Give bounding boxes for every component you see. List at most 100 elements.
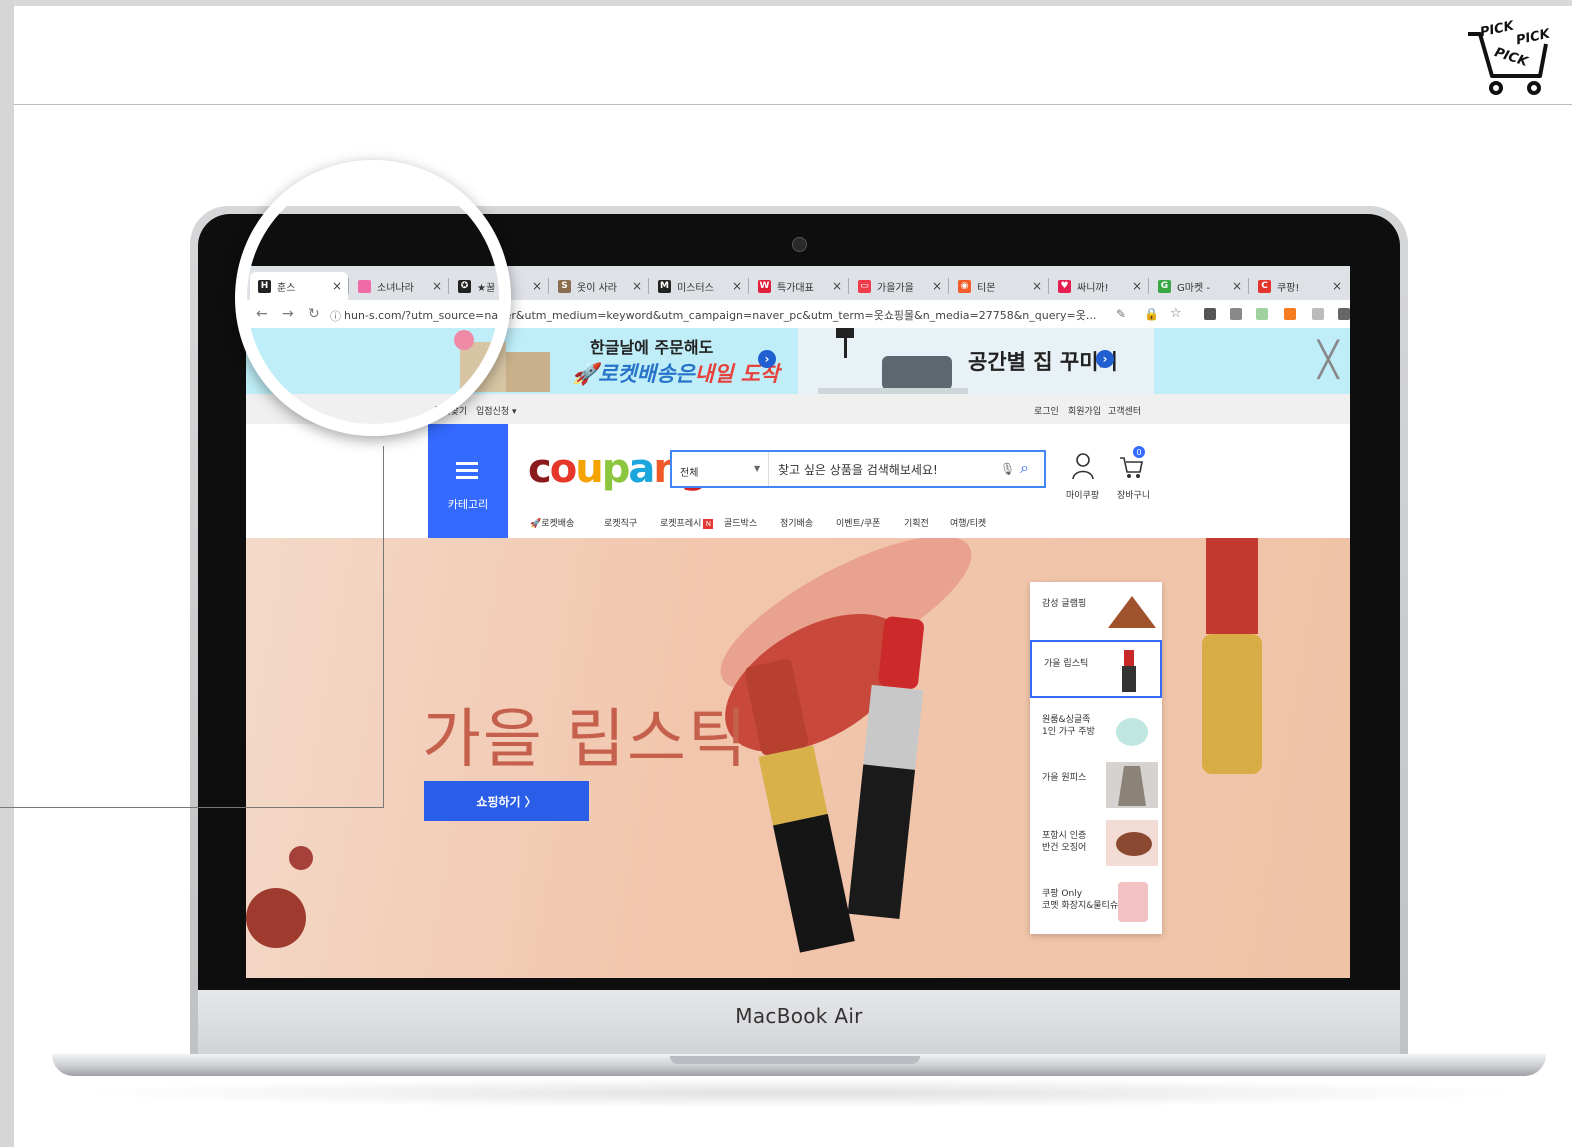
util-seller-apply-link[interactable]: 입점신청 ▾ <box>476 404 517 417</box>
side-item-label-line: 포항시 인증 <box>1042 831 1087 841</box>
tab-favicon-icon: W <box>758 279 771 293</box>
tab-favicon-icon: ♥ <box>1058 279 1071 293</box>
category-menu-button[interactable]: 카테고리 <box>428 424 508 538</box>
search-form: 전체 ▼ 🎙 ⌕ <box>670 450 1046 488</box>
browser-tab[interactable]: C 쿠팡! × <box>1250 272 1348 300</box>
tab-label: 티몬 <box>977 282 996 294</box>
extension-screen-icon[interactable] <box>1312 308 1324 320</box>
side-item-dress[interactable]: 가을 원피스 <box>1030 756 1162 814</box>
tab-close-icon[interactable]: × <box>932 279 942 293</box>
shop-now-button[interactable]: 쇼핑하기 〉 <box>424 781 589 821</box>
browser-tab[interactable]: S 옷이 사라 × <box>550 272 648 300</box>
tab-favicon-icon: ◉ <box>958 279 971 293</box>
search-icon[interactable]: ⌕ <box>1020 458 1029 478</box>
gnb-exhibitions[interactable]: 기획전 <box>904 516 929 529</box>
tab-close-icon[interactable]: × <box>732 279 742 293</box>
side-item-label: 원룸&싱글족 1인 가구 주방 <box>1042 714 1095 738</box>
gnb-goldbox[interactable]: 골드박스 <box>724 516 757 529</box>
microphone-icon[interactable]: 🎙 <box>1000 462 1015 476</box>
util-support-link[interactable]: 고객센터 <box>1108 404 1141 417</box>
cart-count-badge: 0 <box>1133 446 1145 458</box>
rocket-icon: 🚀 <box>530 519 542 529</box>
browser-tab[interactable]: W 특가대표 × <box>750 272 848 300</box>
tab-label: G마켓 - <box>1177 282 1210 294</box>
extension-menu-icon[interactable] <box>1338 308 1350 320</box>
logo-letter: o <box>549 446 578 492</box>
user-icon[interactable] <box>1072 452 1094 480</box>
side-item-label: 포항시 인증 반건 오징어 <box>1042 830 1086 854</box>
logo-letter: c <box>528 446 552 492</box>
kettle-icon <box>1116 718 1148 746</box>
lipstick-thumb-icon <box>1122 650 1136 692</box>
browser-tab[interactable]: ♥ 싸니까! × <box>1050 272 1148 300</box>
close-icon[interactable]: ╳ <box>1318 340 1338 380</box>
tab-separator <box>848 278 849 294</box>
cart-label[interactable]: 장바구니 <box>1117 488 1150 501</box>
webcam <box>792 237 807 252</box>
tab-label: 미스터스 <box>677 282 714 294</box>
tab-separator <box>648 278 649 294</box>
gnb-subscription[interactable]: 정기배송 <box>780 516 813 529</box>
side-item-label: 가을 립스틱 <box>1044 658 1088 670</box>
browser-tab[interactable]: M 미스터스 × <box>650 272 748 300</box>
magnifier-ring <box>235 160 511 436</box>
tab-separator <box>748 278 749 294</box>
gnb-rocket-delivery[interactable]: 🚀로켓배송 <box>530 516 574 529</box>
rocket-icon: 🚀 <box>572 362 599 386</box>
side-item-tissue[interactable]: 쿠팡 Only 코멧 화장지&물티슈 <box>1030 872 1162 930</box>
gnb-travel[interactable]: 여행/티켓 <box>950 516 986 529</box>
browser-tab[interactable]: G G마켓 - × <box>1150 272 1248 300</box>
extension-puzzle-icon[interactable]: ✎ <box>1116 307 1126 321</box>
search-scope-select[interactable]: 전체 <box>680 464 698 479</box>
tent-icon <box>1108 596 1156 628</box>
side-item-label: 가을 원피스 <box>1042 772 1086 784</box>
extension-bar-icon[interactable] <box>1230 308 1242 320</box>
caret-down-icon[interactable]: ▼ <box>754 464 760 473</box>
side-item-label-line: 감성 글램핑 <box>1042 599 1087 609</box>
extension-ex-icon[interactable] <box>1284 308 1296 320</box>
tab-close-icon[interactable]: × <box>1232 279 1242 293</box>
browser-tab[interactable]: ▭ 가을가을 × <box>850 272 948 300</box>
side-item-squid[interactable]: 포항시 인증 반건 오징어 <box>1030 814 1162 872</box>
side-item-lipstick[interactable]: 가을 립스틱 <box>1030 640 1162 698</box>
hero-banner[interactable]: 가을 립스틱 쇼핑하기 〉 감성 글램핑 가을 립스틱 원룸&싱글족 1인 가구 … <box>246 538 1350 978</box>
tab-close-icon[interactable]: × <box>1032 279 1042 293</box>
tab-separator <box>948 278 949 294</box>
extension-lock-icon[interactable]: 🔒 <box>1144 307 1159 321</box>
gold-lipstick-illustration <box>1202 538 1262 774</box>
tab-favicon-icon: G <box>1158 279 1171 293</box>
util-signup-link[interactable]: 회원가입 <box>1068 404 1101 417</box>
extension-pen-icon[interactable] <box>1256 308 1268 320</box>
gnb-rocket-fresh[interactable]: 로켓프레시 N <box>660 516 714 529</box>
my-coupang-label[interactable]: 마이쿠팡 <box>1066 488 1099 501</box>
promo-left-line1: 한글날에 주문해도 <box>590 338 714 357</box>
pickpickpick-logo: PICK PICK PICK <box>1462 14 1554 100</box>
search-input[interactable] <box>776 456 1000 484</box>
bookmark-star-icon[interactable]: ☆ <box>1170 306 1182 321</box>
browser-tab[interactable]: ◉ 티몬 × <box>950 272 1048 300</box>
side-item-label: 감성 글램핑 <box>1042 598 1086 610</box>
tab-favicon-icon: S <box>558 279 571 293</box>
util-login-link[interactable]: 로그인 <box>1034 404 1059 417</box>
side-item-glamping[interactable]: 감성 글램핑 <box>1030 582 1162 640</box>
gnb-events[interactable]: 이벤트/쿠폰 <box>836 516 880 529</box>
tab-close-icon[interactable]: × <box>1132 279 1142 293</box>
tab-close-icon[interactable]: × <box>1332 279 1342 293</box>
side-item-kitchen[interactable]: 원룸&싱글족 1인 가구 주방 <box>1030 698 1162 756</box>
gnb-rocket-direct[interactable]: 로켓직구 <box>604 516 637 529</box>
slide-left-bar <box>0 0 14 1147</box>
tissue-pack-icon <box>1118 882 1148 922</box>
tab-label: 싸니까! <box>1077 282 1109 294</box>
hamburger-icon <box>456 462 478 465</box>
tab-close-icon[interactable]: × <box>632 279 642 293</box>
extension-p-icon[interactable] <box>1204 308 1216 320</box>
chevron-right-icon[interactable]: › <box>758 350 776 368</box>
tab-close-icon[interactable]: × <box>532 279 542 293</box>
hero-side-nav: 감성 글램핑 가을 립스틱 원룸&싱글족 1인 가구 주방 가을 원피스 포항시 … <box>1030 582 1162 934</box>
tab-close-icon[interactable]: × <box>832 279 842 293</box>
chevron-right-icon[interactable]: › <box>1096 350 1114 368</box>
gnb-label: 로켓배송 <box>541 519 575 529</box>
side-item-label-line: 가을 립스틱 <box>1044 659 1089 669</box>
tab-favicon-icon: ▭ <box>858 279 871 293</box>
tab-separator <box>548 278 549 294</box>
